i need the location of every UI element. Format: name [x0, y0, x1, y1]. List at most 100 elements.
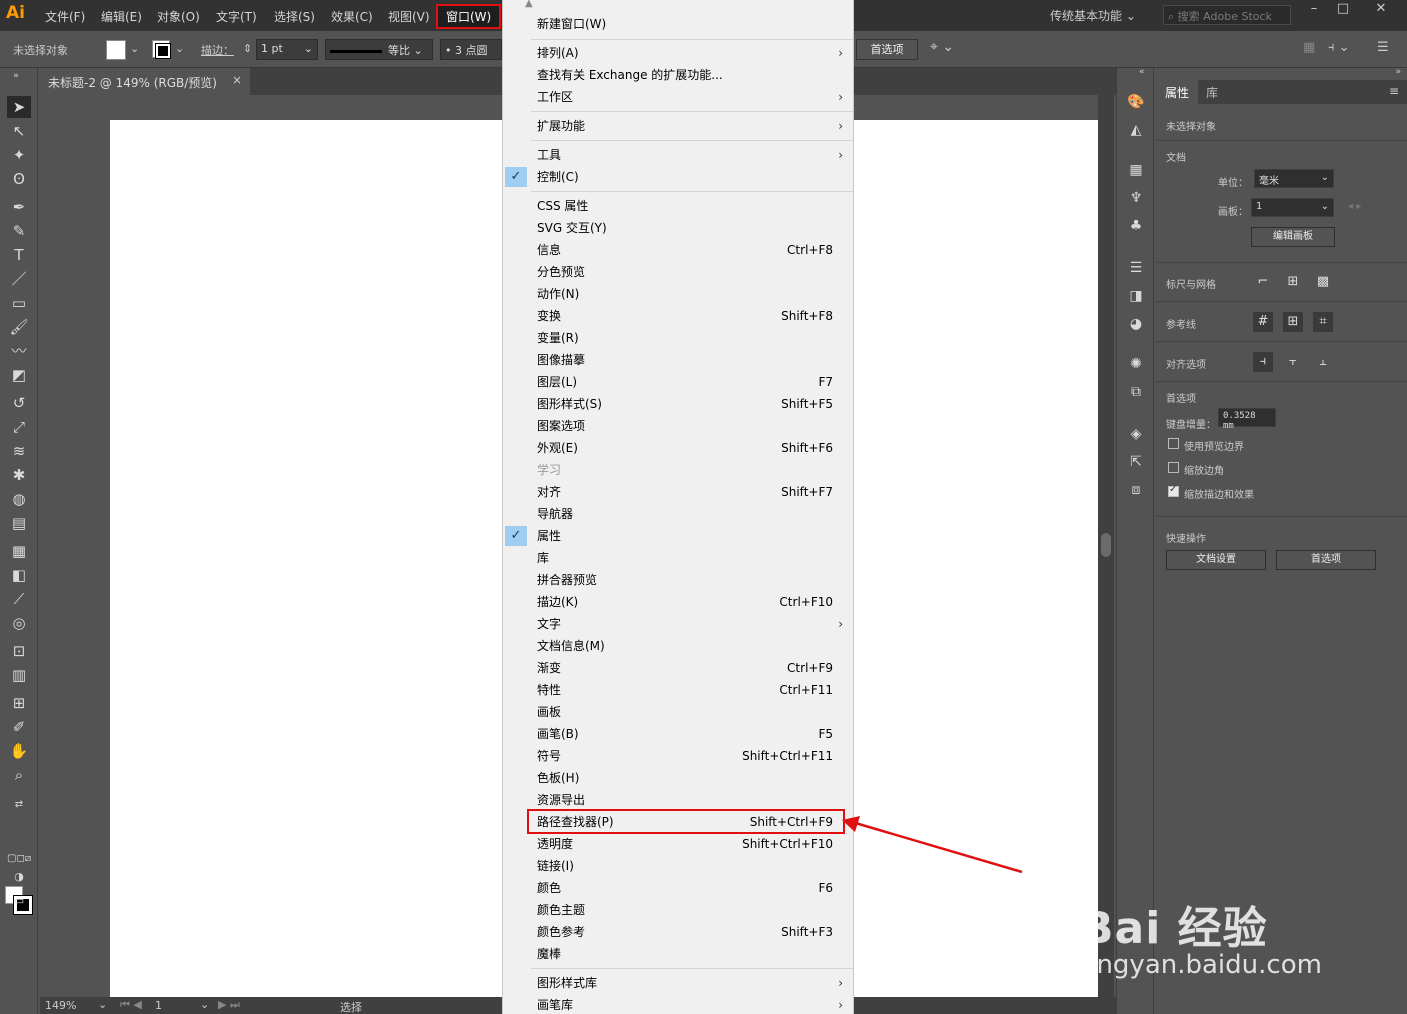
brush-select[interactable]: • 3 点圆: [440, 39, 502, 60]
menu-view[interactable]: 视图(V): [388, 8, 430, 25]
chevron-down-icon[interactable]: ⌄: [98, 998, 107, 1011]
close-button[interactable]: ✕: [1364, 0, 1398, 20]
menu-item-navigator[interactable]: 导航器: [503, 503, 853, 525]
stroke-icon[interactable]: ☰: [1126, 258, 1146, 278]
menu-item-align[interactable]: 对齐 Shift+F7: [503, 481, 853, 503]
hand-tool-icon[interactable]: ✋: [7, 740, 31, 762]
menu-item-stroke[interactable]: 描边(K) Ctrl+F10: [503, 591, 853, 613]
shaper-tool-icon[interactable]: 〰: [7, 340, 31, 362]
chevron-down-icon[interactable]: ⌄: [130, 42, 139, 55]
tab-properties[interactable]: 属性: [1156, 80, 1199, 104]
mesh-tool-icon[interactable]: ▦: [7, 540, 31, 562]
menu-effect[interactable]: 效果(C): [331, 8, 373, 25]
menu-item-links[interactable]: 链接(I): [503, 855, 853, 877]
draw-mode-icon[interactable]: ◑: [7, 866, 31, 888]
menu-item-artboards[interactable]: 画板: [503, 701, 853, 723]
symbol-sprayer-tool-icon[interactable]: ⊡: [7, 640, 31, 662]
rectangle-tool-icon[interactable]: ▭: [7, 292, 31, 314]
snap-to-glyph-icon[interactable]: ⫠: [1313, 352, 1333, 372]
stroke-label[interactable]: 描边：: [201, 42, 234, 58]
layers-icon[interactable]: ◈: [1126, 424, 1146, 444]
panel-menu-icon[interactable]: ☰: [1377, 40, 1389, 55]
graphic-styles-icon[interactable]: ⧉: [1126, 382, 1146, 402]
rotate-tool-icon[interactable]: ↺: [7, 392, 31, 414]
align-icon[interactable]: ⫞ ⌄: [1328, 40, 1350, 55]
menu-item-info[interactable]: 信息 Ctrl+F8: [503, 239, 853, 261]
menu-item-variables[interactable]: 变量(R): [503, 327, 853, 349]
artboard-nav-icons[interactable]: ◂ ▸: [1348, 201, 1361, 212]
menu-item-attributes[interactable]: 特性 Ctrl+F11: [503, 679, 853, 701]
menu-item-css-properties[interactable]: CSS 属性: [503, 195, 853, 217]
menu-item-graphic-style-libraries[interactable]: 图形样式库 ›: [503, 972, 853, 994]
menu-item-swatches[interactable]: 色板(H): [503, 767, 853, 789]
collapse-icon[interactable]: «: [1139, 67, 1145, 77]
menu-item-workspace[interactable]: 工作区 ›: [503, 86, 853, 108]
shape-builder-tool-icon[interactable]: ◍: [7, 488, 31, 510]
menu-type[interactable]: 文字(T): [216, 8, 257, 25]
menu-item-svg-interactivity[interactable]: SVG 交互(Y): [503, 217, 853, 239]
use-preview-bounds-checkbox[interactable]: [1168, 438, 1179, 449]
artboard-tool-icon[interactable]: ⊞: [7, 692, 31, 714]
brushes-icon[interactable]: ♆: [1126, 188, 1146, 208]
menu-item-pattern-options[interactable]: 图案选项: [503, 415, 853, 437]
menu-item-actions[interactable]: 动作(N): [503, 283, 853, 305]
menu-item-layers[interactable]: 图层(L) F7: [503, 371, 853, 393]
menu-item-flattener-preview[interactable]: 拼合器预览: [503, 569, 853, 591]
stroke-profile-select[interactable]: 等比 ⌄: [325, 39, 433, 60]
ruler-icon[interactable]: ⌐: [1253, 272, 1273, 292]
pen-tool-icon[interactable]: ✒: [7, 196, 31, 218]
asset-export-icon[interactable]: ⇱: [1126, 452, 1146, 472]
transparency-grid-icon[interactable]: ▩: [1313, 272, 1333, 292]
transparency-icon[interactable]: ◕: [1126, 314, 1146, 334]
menu-object[interactable]: 对象(O): [157, 8, 200, 25]
eraser-tool-icon[interactable]: ◩: [7, 364, 31, 386]
selection-tool-icon[interactable]: ➤: [7, 96, 31, 118]
swatches-icon[interactable]: ▦: [1126, 160, 1146, 180]
menu-item-new-window[interactable]: 新建窗口(W): [503, 13, 853, 35]
preferences-button[interactable]: 首选项: [856, 39, 918, 60]
menu-item-color-themes[interactable]: 颜色主题: [503, 899, 853, 921]
menu-select[interactable]: 选择(S): [274, 8, 315, 25]
menu-item-document-info[interactable]: 文档信息(M): [503, 635, 853, 657]
scale-tool-icon[interactable]: ⤢: [7, 416, 31, 438]
menu-item-color[interactable]: 颜色 F6: [503, 877, 853, 899]
artboard-nav-next-icon[interactable]: ▶ ⏭: [218, 998, 240, 1012]
puppet-warp-tool-icon[interactable]: ✱: [7, 464, 31, 486]
menu-item-tools[interactable]: 工具 ›: [503, 144, 853, 166]
snap-to-pixel-icon[interactable]: ⫟: [1283, 352, 1303, 372]
color-guide-icon[interactable]: ◭: [1126, 120, 1146, 140]
artboards-icon[interactable]: ⧈: [1126, 480, 1146, 500]
panel-menu-icon[interactable]: ≡: [1389, 84, 1399, 98]
menu-item-brush-libraries[interactable]: 画笔库 ›: [503, 994, 853, 1014]
paintbrush-tool-icon[interactable]: 🖌: [7, 316, 31, 338]
snap-to-point-icon[interactable]: ⫞: [1253, 352, 1273, 372]
menu-item-magic-wand[interactable]: 魔棒: [503, 943, 853, 965]
artboard-number-field[interactable]: 1: [155, 999, 162, 1012]
document-setup-button[interactable]: 文档设置: [1166, 550, 1266, 570]
direct-selection-tool-icon[interactable]: ↖: [7, 120, 31, 142]
chevron-down-icon[interactable]: ⌄: [175, 42, 184, 55]
menu-item-image-trace[interactable]: 图像描摹: [503, 349, 853, 371]
preferences-button[interactable]: 首选项: [1276, 550, 1376, 570]
smart-guides-icon[interactable]: ⌗: [1313, 312, 1333, 332]
guides-icon[interactable]: #: [1253, 312, 1273, 332]
scrollbar-thumb[interactable]: [1101, 533, 1111, 557]
vertical-scrollbar[interactable]: [1098, 95, 1114, 997]
menu-item-control[interactable]: ✓ 控制(C): [503, 166, 853, 188]
swap-fill-stroke-icon[interactable]: ⇄: [7, 794, 31, 816]
menu-item-extensions[interactable]: 扩展功能 ›: [503, 115, 853, 137]
menu-item-transform[interactable]: 变换 Shift+F8: [503, 305, 853, 327]
screen-mode-icon[interactable]: ▭: [7, 890, 31, 912]
menu-item-properties[interactable]: ✓ 属性: [503, 525, 853, 547]
menu-file[interactable]: 文件(F): [45, 8, 85, 25]
menu-item-arrange[interactable]: 排列(A) ›: [503, 42, 853, 64]
eyedropper-tool-icon[interactable]: ⟋: [7, 588, 31, 610]
warp-tool-icon[interactable]: ≋: [7, 440, 31, 462]
lasso-tool-icon[interactable]: ʘ: [7, 168, 31, 190]
stepper-icon[interactable]: ⇕: [243, 42, 252, 55]
lock-guides-icon[interactable]: ⊞: [1283, 312, 1303, 332]
menu-item-symbols[interactable]: 符号 Shift+Ctrl+F11: [503, 745, 853, 767]
gradient-icon[interactable]: ◨: [1126, 286, 1146, 306]
menu-item-libraries[interactable]: 库: [503, 547, 853, 569]
stroke-weight-field[interactable]: 1 pt ⌄: [256, 39, 318, 60]
